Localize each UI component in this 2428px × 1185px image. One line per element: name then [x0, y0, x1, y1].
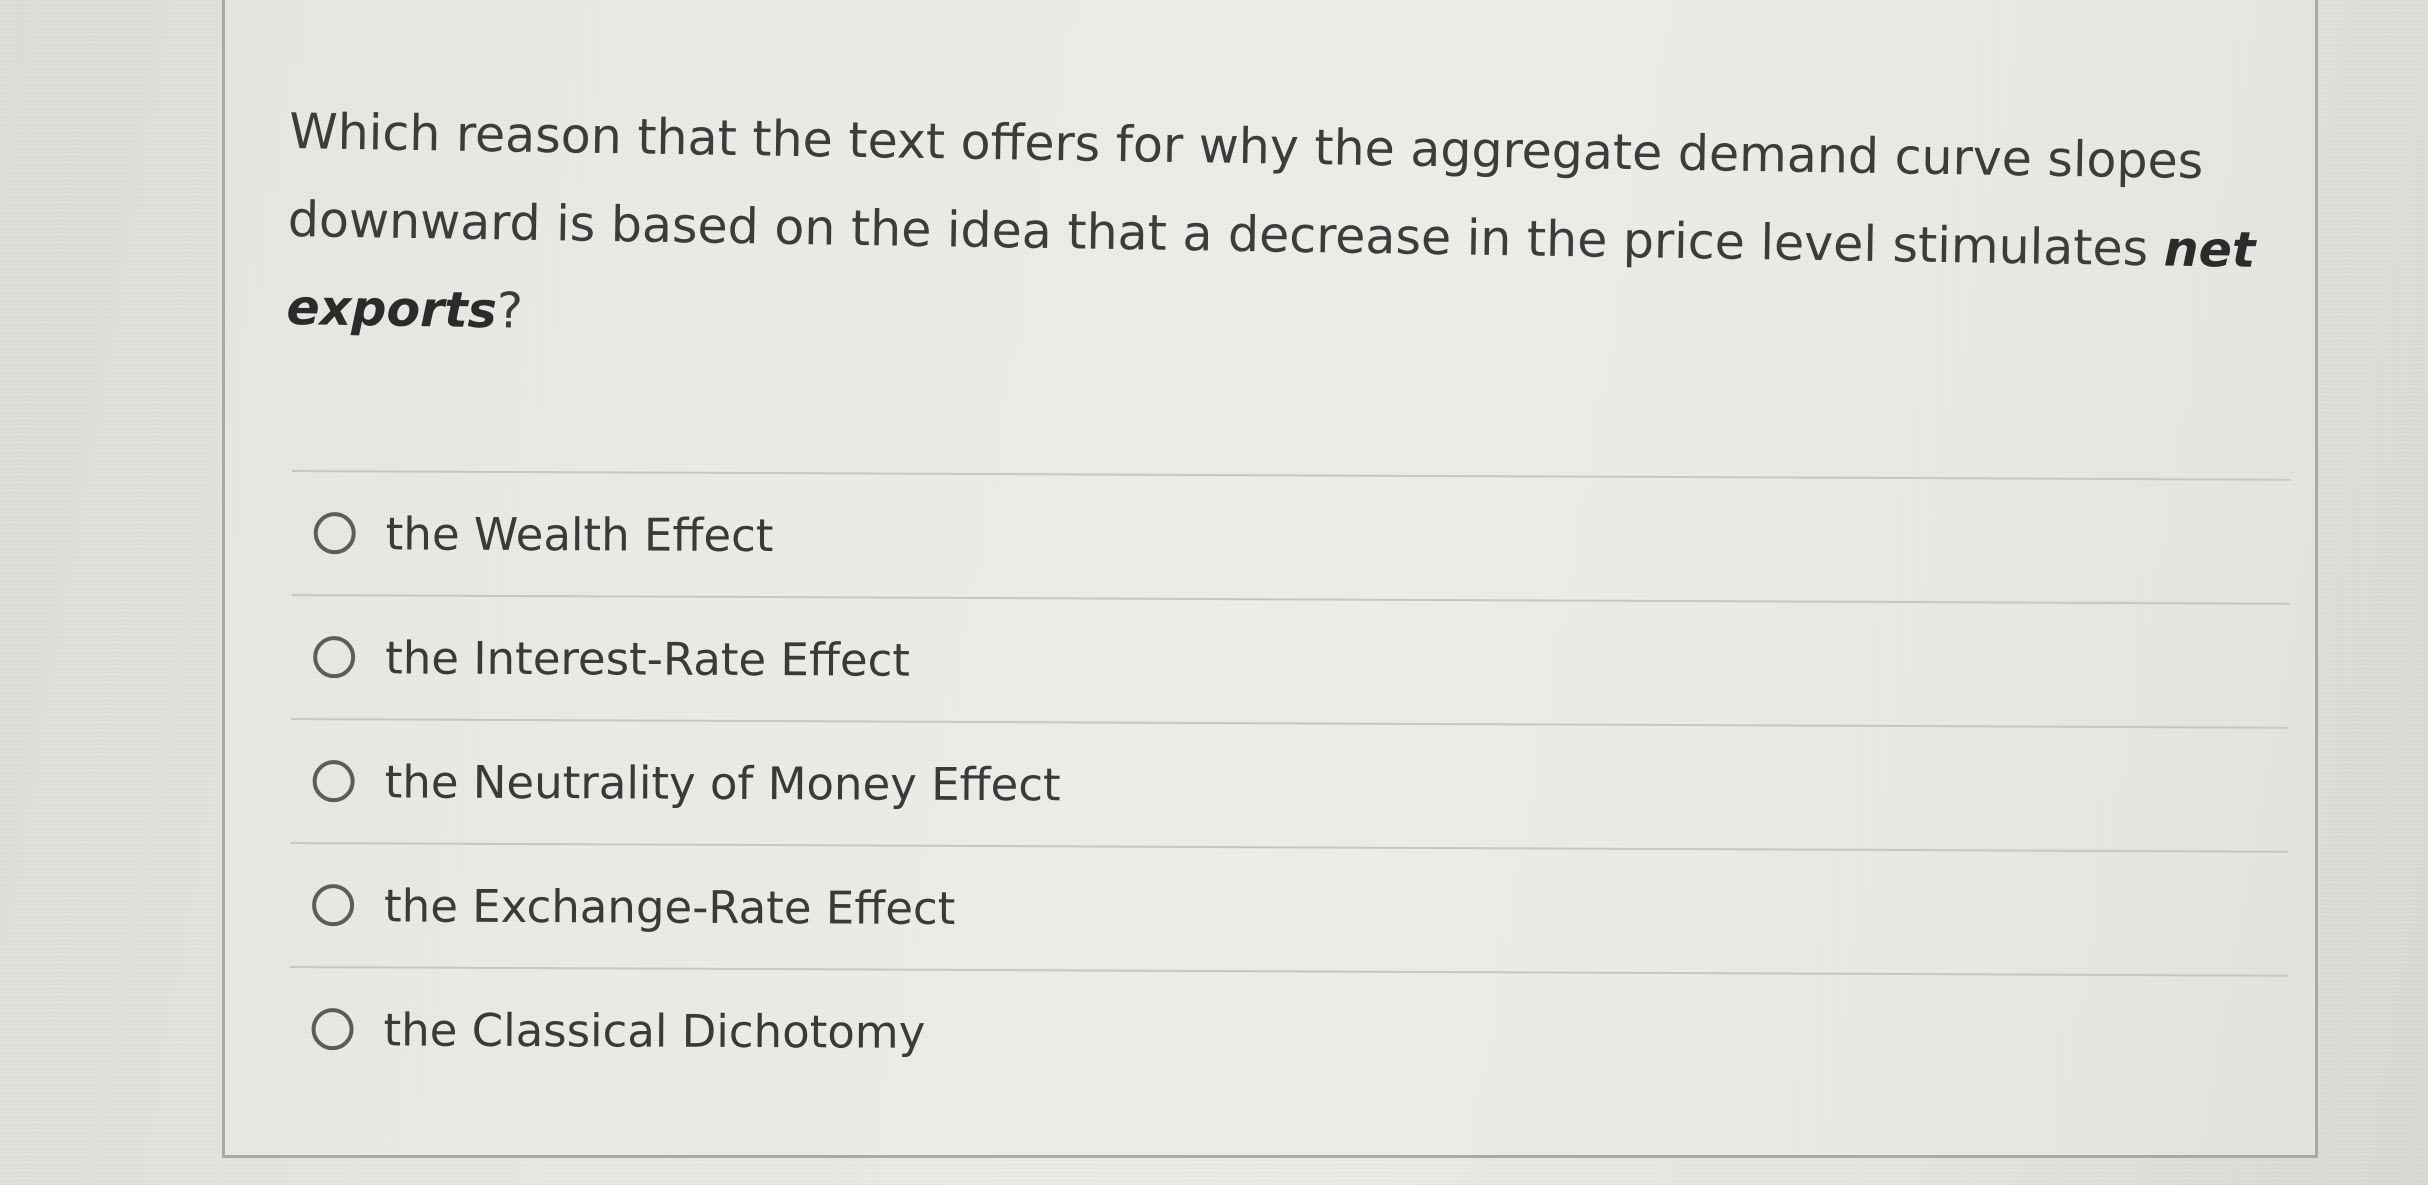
option-wealth-effect[interactable]: the Wealth Effect — [291, 472, 2290, 603]
option-exchange-rate-effect[interactable]: the Exchange-Rate Effect — [290, 844, 2289, 975]
option-label: the Classical Dichotomy — [383, 1002, 926, 1059]
question-text: Which reason that the text offers for wh… — [287, 102, 2204, 278]
answer-options: the Wealth Effect the Interest-Rate Effe… — [289, 470, 2290, 1099]
radio-button-icon[interactable] — [312, 884, 355, 927]
question-prompt: Which reason that the text offers for wh… — [286, 88, 2270, 383]
option-neutrality-of-money-effect[interactable]: the Neutrality of Money Effect — [290, 720, 2289, 851]
question-mark: ? — [496, 282, 524, 340]
radio-button-icon[interactable] — [313, 512, 356, 555]
radio-button-icon[interactable] — [313, 636, 356, 679]
option-label: the Exchange-Rate Effect — [383, 878, 956, 935]
option-label: the Neutrality of Money Effect — [384, 754, 1061, 811]
radio-button-icon[interactable] — [312, 760, 355, 803]
radio-button-icon[interactable] — [311, 1008, 354, 1051]
option-label: the Wealth Effect — [385, 506, 774, 562]
option-classical-dichotomy[interactable]: the Classical Dichotomy — [289, 968, 2288, 1099]
option-interest-rate-effect[interactable]: the Interest-Rate Effect — [291, 596, 2290, 727]
option-label: the Interest-Rate Effect — [385, 630, 911, 687]
